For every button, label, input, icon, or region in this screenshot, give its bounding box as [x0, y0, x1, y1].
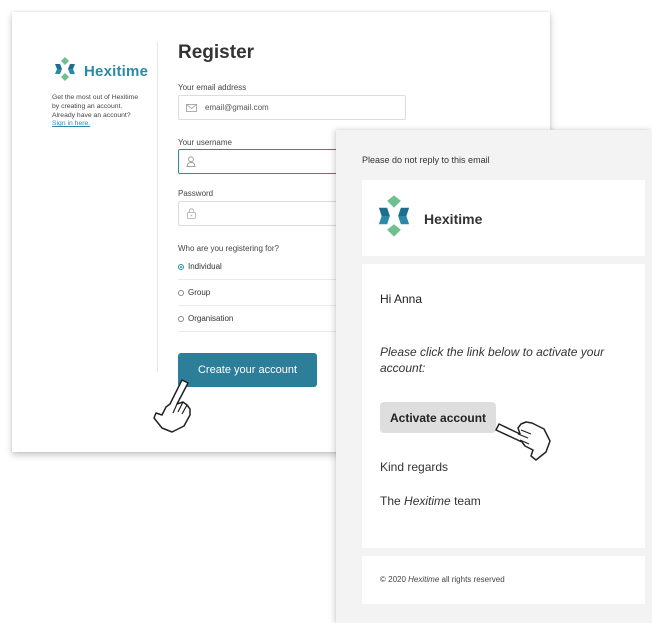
password-label: Password [178, 189, 214, 198]
page-title: Register [178, 42, 255, 63]
team-signature: The Hexitime team [380, 494, 481, 508]
email-value: email@gmail.com [205, 103, 269, 112]
pointing-hand-icon [150, 378, 200, 439]
option-individual[interactable]: Individual [178, 262, 222, 271]
email-header: Hexitime [362, 180, 645, 256]
email-footer: © 2020 Hexitime all rights reserved [362, 556, 645, 604]
copyright-prefix: © 2020 [380, 575, 406, 584]
noreply-note: Please do not reply to this email [362, 155, 490, 165]
team-brand: Hexitime [404, 494, 451, 508]
username-label: Your username [178, 138, 232, 147]
option-organisation[interactable]: Organisation [178, 314, 233, 323]
copyright-brand: Hexitime [408, 575, 440, 584]
copyright: © 2020 Hexitime all rights reserved [380, 575, 505, 584]
radio-group[interactable] [178, 289, 184, 296]
activate-account-button[interactable]: Activate account [380, 402, 497, 433]
copyright-suffix: all rights reserved [441, 575, 505, 584]
greeting: Hi Anna [380, 292, 423, 306]
lock-icon [185, 208, 197, 220]
hexitime-logo: Hexitime [52, 56, 148, 87]
email-logo: Hexitime [376, 194, 482, 243]
side-note-text: Get the most out of Hexitime by creating… [52, 94, 139, 119]
option-label: Individual [188, 262, 222, 271]
hexitime-logo-icon [52, 56, 78, 87]
sign-in-link[interactable]: Sign in here. [52, 120, 90, 127]
user-icon [185, 156, 197, 168]
email-body: Hi Anna Please click the link below to a… [362, 264, 645, 548]
envelope-icon [185, 102, 197, 114]
regards-text: Kind regards [380, 460, 449, 474]
email-panel: Please do not reply to this email Hexiti… [336, 130, 652, 623]
side-note: Get the most out of Hexitime by creating… [52, 94, 144, 129]
brand-name: Hexitime [424, 210, 483, 227]
email-field[interactable]: email@gmail.com [178, 95, 406, 120]
pointing-hand-icon [494, 414, 552, 473]
radio-organisation[interactable] [178, 315, 184, 322]
brand-name: Hexitime [84, 63, 149, 80]
option-label: Organisation [188, 314, 234, 323]
radio-individual[interactable] [178, 263, 184, 270]
team-suffix: team [454, 494, 481, 508]
option-label: Group [188, 288, 211, 297]
instruction-text: Please click the link below to activate … [380, 345, 605, 375]
option-group[interactable]: Group [178, 288, 210, 297]
hexitime-logo-icon [376, 194, 412, 243]
email-label: Your email address [178, 83, 247, 92]
who-label: Who are you registering for? [178, 244, 279, 253]
team-prefix: The [380, 494, 401, 508]
divider [157, 42, 158, 372]
